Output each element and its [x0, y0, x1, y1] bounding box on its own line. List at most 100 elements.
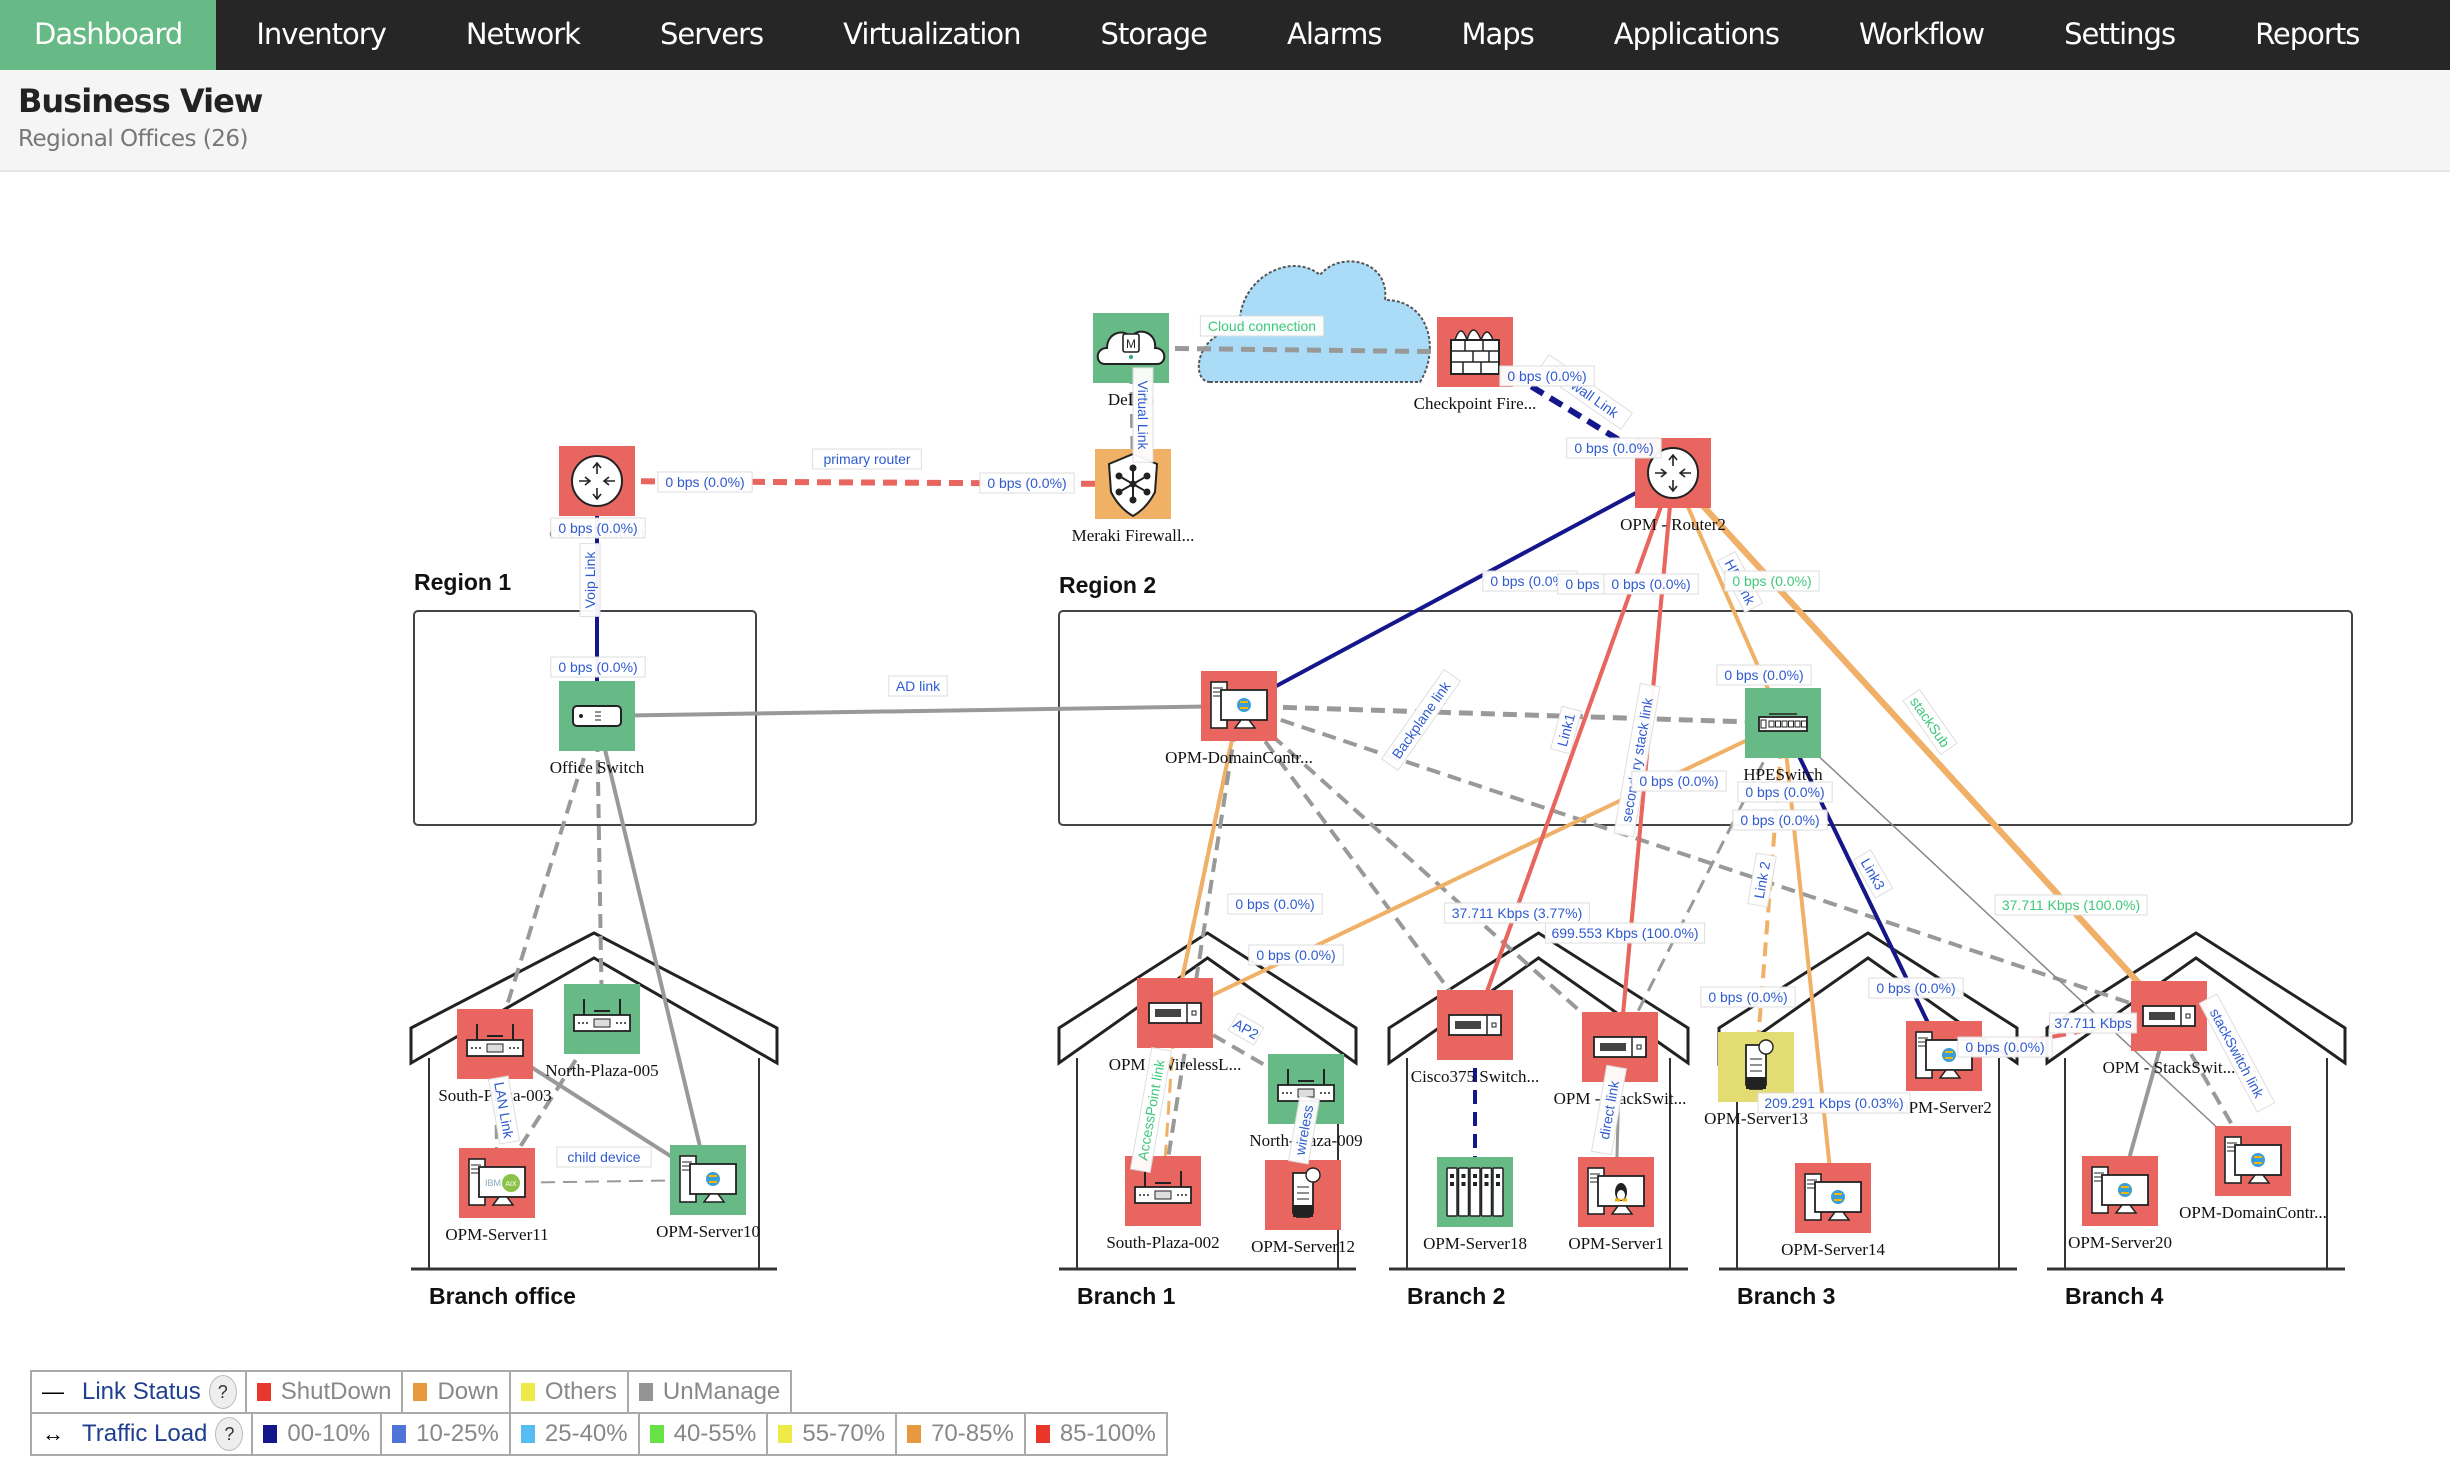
link-label[interactable]: child device: [556, 1146, 652, 1168]
svg-text:IBM: IBM: [485, 1178, 501, 1188]
color-swatch: [263, 1425, 278, 1443]
link-label[interactable]: AP2: [1227, 1012, 1265, 1046]
link-label[interactable]: Voip Link: [579, 543, 601, 617]
device-meraki[interactable]: Meraki Firewall...: [1072, 449, 1195, 545]
link-label[interactable]: 209.291 Kbps (0.03%): [1757, 1092, 1911, 1114]
link-label[interactable]: secondary stack link: [1613, 682, 1661, 838]
link-label[interactable]: Link 2: [1747, 852, 1777, 908]
svg-text:0 bps (0.0%): 0 bps (0.0%): [1507, 368, 1586, 384]
legend-item-label: 40-55%: [673, 1420, 757, 1447]
link-line[interactable]: [1238, 703, 1784, 726]
svg-text:0 bps (0.0%): 0 bps (0.0%): [1256, 947, 1335, 963]
legend-item-label: 10-25%: [416, 1420, 499, 1447]
device-domainctr[interactable]: OPM-DomainContr...: [1165, 671, 1313, 767]
device-officeswitch[interactable]: Office Switch: [550, 681, 645, 777]
link-label[interactable]: stackSwitch link: [2198, 993, 2276, 1113]
zone-label: Branch office: [429, 1283, 576, 1309]
svg-text:37.711 Kbps: 37.711 Kbps: [2054, 1015, 2132, 1031]
device-label: OPM-Server11: [445, 1225, 548, 1244]
device-server12[interactable]: OPM-Server12: [1251, 1160, 1355, 1256]
svg-text:0 bps (0.0%): 0 bps (0.0%): [665, 474, 744, 490]
device-server2[interactable]: OPM-Server2: [1896, 1021, 1992, 1117]
link-line[interactable]: [596, 704, 1240, 718]
link-label[interactable]: 0 bps (0.0%): [979, 472, 1075, 494]
device-label: OPM - WirelessL...: [1109, 1055, 1242, 1074]
link-label[interactable]: Backplane link: [1380, 669, 1462, 771]
device-server1[interactable]: OPM-Server1: [1568, 1157, 1664, 1253]
link-label[interactable]: 0 bps (0.0%): [550, 517, 646, 539]
zone-label: Branch 3: [1737, 1283, 1835, 1309]
link-label[interactable]: 0 bps (0.0%): [1957, 1036, 2053, 1058]
help-icon[interactable]: ?: [215, 1417, 244, 1451]
link-label[interactable]: 0 bps (0.0%): [1724, 570, 1820, 592]
link-label[interactable]: stackSub: [1902, 688, 1958, 756]
link-label[interactable]: 0 bps (0.0%): [657, 471, 753, 493]
device-server11[interactable]: IBM AIX OPM-Server11: [445, 1148, 549, 1244]
device-server13[interactable]: OPM-Server13: [1704, 1032, 1808, 1128]
color-swatch: [256, 1383, 271, 1401]
device-label: South-Plaza-002: [1106, 1233, 1219, 1252]
device-domainctr4[interactable]: OPM-DomainContr...: [2179, 1126, 2327, 1222]
link-label[interactable]: 0 bps (0.0%): [1737, 781, 1833, 803]
legend-item-label: 25-40%: [544, 1420, 628, 1447]
link-label[interactable]: 0 bps (0.0%): [1868, 977, 1964, 999]
link-label[interactable]: primary router: [812, 448, 922, 470]
link-label[interactable]: 37.711 Kbps: [2048, 1012, 2138, 1034]
device-server20[interactable]: OPM-Server20: [2068, 1156, 2172, 1252]
link-label[interactable]: Link3: [1852, 849, 1894, 899]
help-icon[interactable]: ?: [208, 1375, 237, 1409]
zone-label: Region 1: [414, 569, 511, 595]
legend-link-status-label[interactable]: Link Status: [82, 1378, 201, 1406]
svg-text:37.711 Kbps (100.0%): 37.711 Kbps (100.0%): [2002, 897, 2140, 913]
link-label[interactable]: 0 bps (0.0%): [1227, 893, 1323, 915]
link-label[interactable]: 37.711 Kbps (100.0%): [1994, 894, 2148, 916]
link-label[interactable]: 0 bps (0.0%): [550, 656, 646, 678]
device-checkpoint[interactable]: Checkpoint Fire...: [1414, 317, 1537, 413]
svg-text:0 bps (0.0%): 0 bps (0.0%): [558, 520, 637, 536]
device-northplaza005[interactable]: North-Plaza-005: [545, 984, 659, 1080]
legend-item: 85-100%: [1026, 1414, 1166, 1454]
device-label: North-Plaza-005: [545, 1061, 658, 1080]
device-delab[interactable]: MDeLab: [1093, 313, 1169, 409]
device-server10[interactable]: OPM-Server10: [656, 1145, 760, 1241]
link-label[interactable]: 0 bps (0.0%): [1603, 573, 1699, 595]
color-swatch: [520, 1383, 535, 1401]
link-label[interactable]: 37.711 Kbps (3.77%): [1444, 902, 1590, 924]
color-swatch: [413, 1383, 428, 1401]
legend-traffic-load-label[interactable]: Traffic Load: [82, 1420, 207, 1448]
legend-item-label: 55-70%: [802, 1420, 886, 1447]
legend-link-status: — Link Status ? ShutDown Down Others UnM…: [30, 1370, 793, 1414]
svg-text:0 bps (0.0%): 0 bps (0.0%): [1724, 667, 1803, 683]
device-label: OPM-Server18: [1423, 1234, 1527, 1253]
link-label[interactable]: 0 bps (0.0%): [1732, 809, 1828, 831]
svg-text:0 bps (0.0%): 0 bps (0.0%): [1639, 773, 1718, 789]
link-label[interactable]: 0 bps (0.0%): [1700, 986, 1796, 1008]
color-swatch: [649, 1425, 664, 1443]
svg-text:0 bps (0.0%): 0 bps (0.0%): [1876, 980, 1955, 996]
link-label[interactable]: 0 bps (0.0%): [1499, 365, 1595, 387]
color-swatch: [1035, 1425, 1050, 1443]
link-label[interactable]: AD link: [888, 675, 948, 697]
svg-text:37.711 Kbps (3.77%): 37.711 Kbps (3.77%): [1452, 905, 1583, 921]
zone-label: Branch 4: [2065, 1283, 2164, 1309]
device-label: Meraki Firewall...: [1072, 526, 1195, 545]
device-server18[interactable]: OPM-Server18: [1423, 1157, 1527, 1253]
legend-item-label: Down: [437, 1378, 499, 1405]
device-label: OPM-DomainContr...: [1165, 748, 1313, 767]
link-label[interactable]: 699.553 Kbps (100.0%): [1544, 922, 1706, 944]
device-hpeswitch[interactable]: HPESwitch: [1743, 688, 1823, 784]
link-label[interactable]: 0 bps (0.0%): [1566, 437, 1662, 459]
zone-label: Region 2: [1059, 572, 1156, 598]
link-label[interactable]: 0 bps (0.0%): [1631, 770, 1727, 792]
device-southplaza002[interactable]: South-Plaza-002: [1106, 1156, 1220, 1252]
wlc-icon: [1593, 1036, 1647, 1058]
link-label[interactable]: 0 bps (0.0%): [1248, 944, 1344, 966]
device-server14[interactable]: OPM-Server14: [1781, 1163, 1885, 1259]
link-label[interactable]: Virtual Link: [1132, 367, 1154, 463]
zone-label: Branch 2: [1407, 1283, 1505, 1309]
link-label[interactable]: 0 bps (0.0%): [1716, 664, 1812, 686]
svg-text:209.291 Kbps (0.03%): 209.291 Kbps (0.03%): [1764, 1095, 1903, 1111]
device-label: OPM - StackSwit...: [2103, 1058, 2236, 1077]
link-label[interactable]: Cloud connection: [1199, 315, 1325, 337]
wlc-icon: [1148, 1002, 1202, 1024]
